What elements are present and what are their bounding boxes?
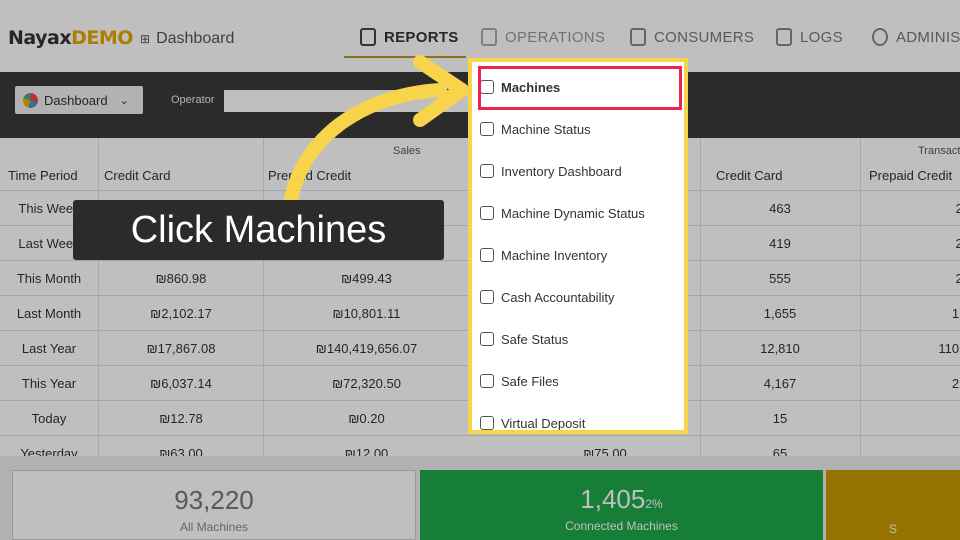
dropdown-item-label: Cash Accountability [501,289,615,305]
dropdown-item-machine-status[interactable]: Machine Status [480,114,680,144]
operations-dropdown: Machines Machine Status Inventory Dashboar… [468,58,688,434]
instruction-callout-text: Click Machines [130,208,387,251]
dropdown-item-label: Machine Dynamic Status [501,205,645,221]
dropdown-item-label: Machine Inventory [501,247,608,263]
dropdown-item-safe-files[interactable]: Safe Files [480,366,680,396]
instruction-callout: Click Machines [73,200,444,260]
layers-icon [480,248,494,262]
dropdown-item-label: Safe Status [501,331,569,347]
file-icon [480,374,494,388]
dropdown-item-label: Virtual Deposit [501,415,586,431]
dropdown-item-cash-accountability[interactable]: Cash Accountability [480,282,680,312]
cash-hand-icon [480,290,494,304]
machines-highlight-box [478,66,682,110]
dropdown-item-label: Inventory Dashboard [501,163,622,179]
cloud-icon [480,416,494,430]
safe-icon [480,332,494,346]
dropdown-item-inventory-dashboard[interactable]: Inventory Dashboard [480,156,680,186]
nodes-icon [480,206,494,220]
cart-icon [480,164,494,178]
dropdown-item-label: Safe Files [501,373,559,389]
dropdown-item-virtual-deposit[interactable]: Virtual Deposit [480,408,680,431]
dropdown-item-machine-inventory[interactable]: Machine Inventory [480,240,680,270]
machine-status-icon [480,122,494,136]
dropdown-item-machine-dynamic-status[interactable]: Machine Dynamic Status [480,198,680,228]
dropdown-item-label: Machine Status [501,121,591,137]
dropdown-item-safe-status[interactable]: Safe Status [480,324,680,354]
